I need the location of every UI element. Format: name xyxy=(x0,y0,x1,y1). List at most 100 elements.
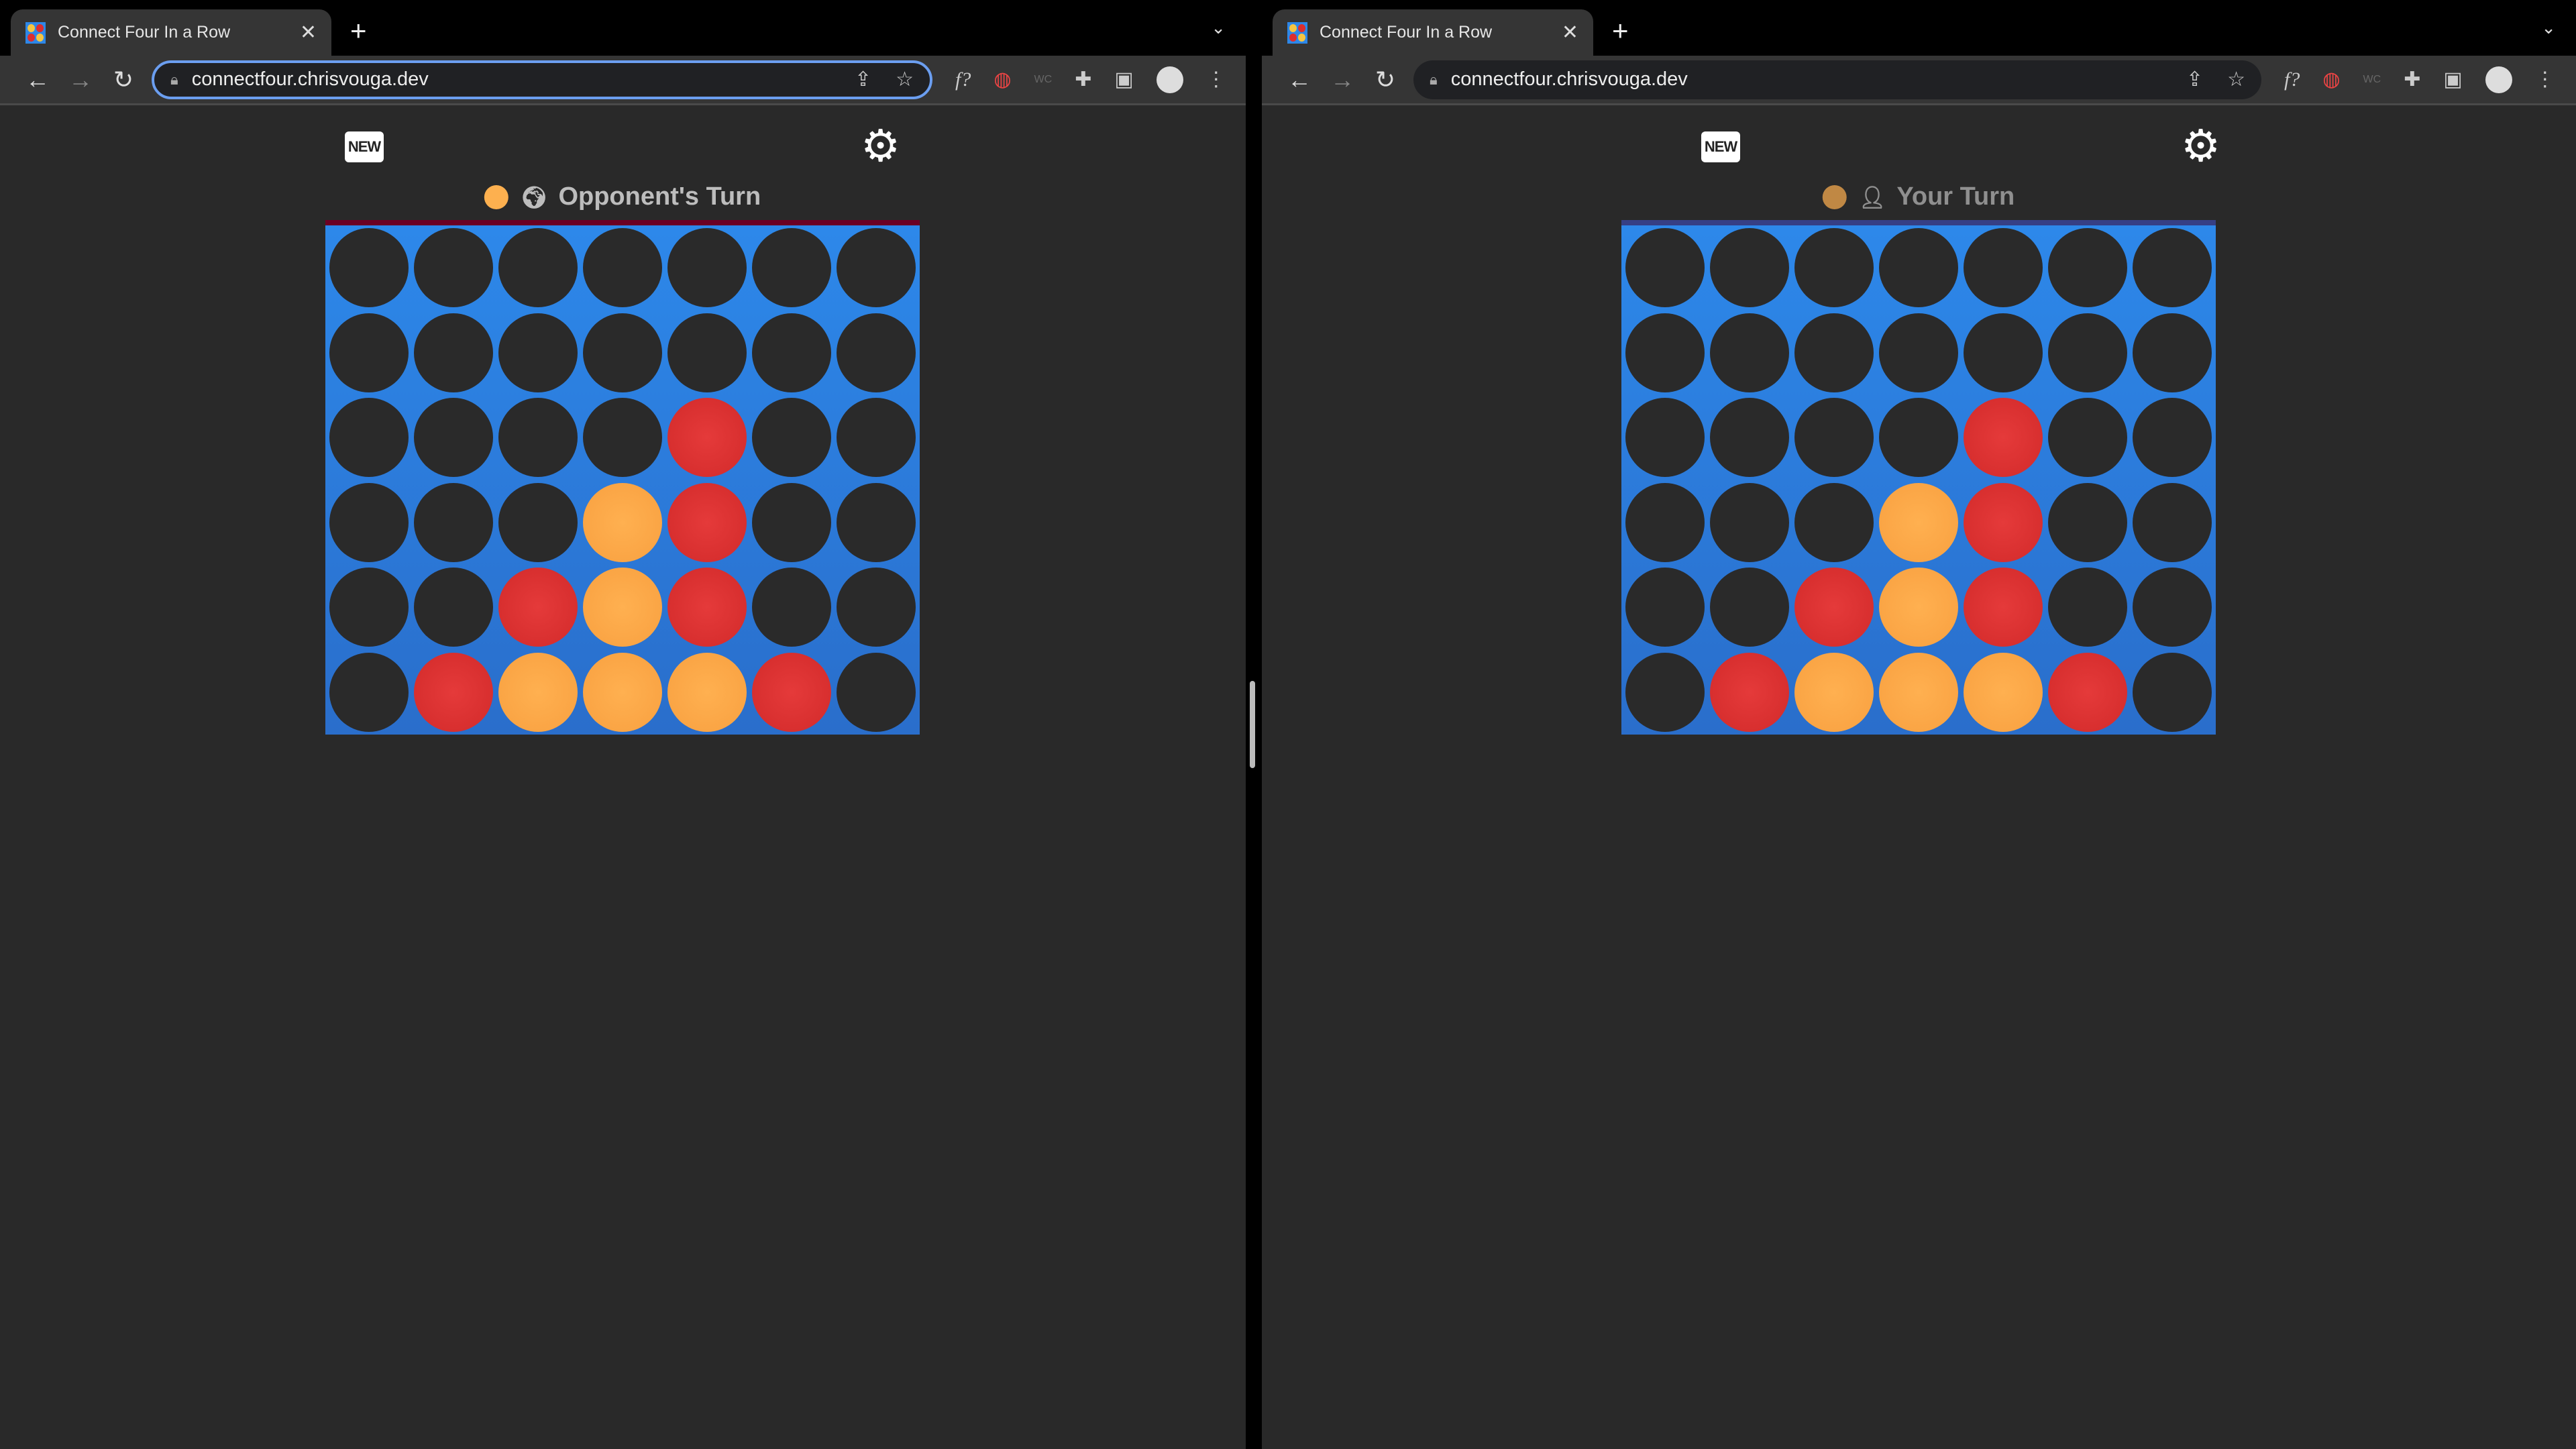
board-cell[interactable] xyxy=(2130,650,2214,735)
board-cell[interactable] xyxy=(580,565,665,650)
board-cell[interactable] xyxy=(496,395,580,480)
board-cell[interactable] xyxy=(665,311,749,396)
fonts-extension-icon[interactable]: f? xyxy=(2284,68,2300,91)
extensions-puzzle-icon[interactable]: ✚ xyxy=(1075,68,1091,91)
board-cell[interactable] xyxy=(1707,480,1792,566)
bookmark-star-icon[interactable]: ☆ xyxy=(2227,68,2245,91)
board-cell[interactable] xyxy=(496,480,580,566)
board-cell[interactable] xyxy=(749,225,834,311)
new-tab-button[interactable]: + xyxy=(1612,15,1629,47)
board-cell[interactable] xyxy=(834,565,918,650)
board-cell[interactable] xyxy=(749,650,834,735)
board-cell[interactable] xyxy=(1792,480,1876,566)
bookmark-star-icon[interactable]: ☆ xyxy=(896,68,914,91)
board-cell[interactable] xyxy=(327,311,411,396)
board-cell[interactable] xyxy=(1707,311,1792,396)
new-game-button[interactable]: NEW xyxy=(345,131,384,162)
board-cell[interactable] xyxy=(1792,311,1876,396)
board-cell[interactable] xyxy=(2130,480,2214,566)
forward-icon[interactable]: → xyxy=(59,66,102,94)
board-cell[interactable] xyxy=(1623,650,1707,735)
board-cell[interactable] xyxy=(1707,650,1792,735)
menu-kebab-icon[interactable]: ⋮ xyxy=(1206,68,1226,91)
share-icon[interactable]: ⇪ xyxy=(2186,68,2203,91)
board-cell[interactable] xyxy=(327,395,411,480)
board-cell[interactable] xyxy=(580,480,665,566)
board-cell[interactable] xyxy=(580,650,665,735)
board-cell[interactable] xyxy=(1961,565,2045,650)
board-cell[interactable] xyxy=(834,311,918,396)
board-cell[interactable] xyxy=(665,650,749,735)
board-cell[interactable] xyxy=(1707,225,1792,311)
board-cell[interactable] xyxy=(665,565,749,650)
board-cell[interactable] xyxy=(327,565,411,650)
color-picker-extension-icon[interactable]: ◍ xyxy=(994,68,1011,91)
board-cell[interactable] xyxy=(665,395,749,480)
board-cell[interactable] xyxy=(327,225,411,311)
board-cell[interactable] xyxy=(411,565,496,650)
browser-tab[interactable]: Connect Four In a Row ✕ xyxy=(1273,9,1593,56)
address-bar[interactable]: 🔒︎ connectfour.chrisvouga.dev ⇪ ☆ xyxy=(1413,60,2261,99)
address-bar[interactable]: 🔒︎ connectfour.chrisvouga.dev ⇪ ☆ xyxy=(152,60,932,99)
profile-avatar[interactable] xyxy=(2485,66,2512,93)
reload-icon[interactable]: ↻ xyxy=(1364,66,1407,94)
board-cell[interactable] xyxy=(665,480,749,566)
back-icon[interactable]: ← xyxy=(16,66,59,94)
board-cell[interactable] xyxy=(1961,480,2045,566)
board-cell[interactable] xyxy=(2130,225,2214,311)
board-cell[interactable] xyxy=(1792,395,1876,480)
url-text[interactable]: connectfour.chrisvouga.dev xyxy=(192,68,830,91)
close-tab-icon[interactable]: ✕ xyxy=(300,21,317,44)
share-icon[interactable]: ⇪ xyxy=(855,68,871,91)
wc-extension-icon[interactable]: WC xyxy=(2363,74,2381,86)
board-cell[interactable] xyxy=(2045,225,2130,311)
menu-kebab-icon[interactable]: ⋮ xyxy=(2535,68,2555,91)
forward-icon[interactable]: → xyxy=(1321,66,1364,94)
board-cell[interactable] xyxy=(496,565,580,650)
board-cell[interactable] xyxy=(834,650,918,735)
side-panel-icon[interactable]: ▣ xyxy=(1114,68,1133,91)
new-game-button[interactable]: NEW xyxy=(1701,131,1740,162)
board-cell[interactable] xyxy=(580,225,665,311)
board-cell[interactable] xyxy=(749,395,834,480)
profile-avatar[interactable] xyxy=(1156,66,1183,93)
settings-gear-icon[interactable]: ⚙ xyxy=(861,123,900,168)
board-cell[interactable] xyxy=(2045,565,2130,650)
settings-gear-icon[interactable]: ⚙ xyxy=(2181,123,2220,168)
tab-search-chevron-icon[interactable]: ⌄ xyxy=(1211,17,1226,38)
board-cell[interactable] xyxy=(1961,395,2045,480)
board-cell[interactable] xyxy=(1876,311,1961,396)
fonts-extension-icon[interactable]: f? xyxy=(955,68,971,91)
board-cell[interactable] xyxy=(1876,650,1961,735)
board-cell[interactable] xyxy=(1961,225,2045,311)
board-cell[interactable] xyxy=(411,650,496,735)
board-cell[interactable] xyxy=(1792,565,1876,650)
board-cell[interactable] xyxy=(2045,650,2130,735)
board-cell[interactable] xyxy=(1876,395,1961,480)
back-icon[interactable]: ← xyxy=(1278,66,1321,94)
board-cell[interactable] xyxy=(496,225,580,311)
board-cell[interactable] xyxy=(749,311,834,396)
board-cell[interactable] xyxy=(1792,225,1876,311)
board-cell[interactable] xyxy=(2045,395,2130,480)
url-text[interactable]: connectfour.chrisvouga.dev xyxy=(1451,68,2162,91)
board-cell[interactable] xyxy=(411,480,496,566)
board-cell[interactable] xyxy=(1623,480,1707,566)
board-cell[interactable] xyxy=(496,311,580,396)
board-cell[interactable] xyxy=(749,480,834,566)
board-cell[interactable] xyxy=(1876,565,1961,650)
new-tab-button[interactable]: + xyxy=(350,15,367,47)
split-resize-handle[interactable] xyxy=(1250,681,1255,768)
board-grid[interactable] xyxy=(1621,225,2216,735)
board-cell[interactable] xyxy=(1623,565,1707,650)
board-cell[interactable] xyxy=(834,480,918,566)
board-cell[interactable] xyxy=(2045,480,2130,566)
tab-search-chevron-icon[interactable]: ⌄ xyxy=(2541,17,2556,38)
board-cell[interactable] xyxy=(1961,650,2045,735)
board-cell[interactable] xyxy=(327,480,411,566)
extensions-puzzle-icon[interactable]: ✚ xyxy=(2404,68,2420,91)
board-cell[interactable] xyxy=(2130,311,2214,396)
board-cell[interactable] xyxy=(2045,311,2130,396)
board-cell[interactable] xyxy=(2130,395,2214,480)
board-cell[interactable] xyxy=(1623,311,1707,396)
